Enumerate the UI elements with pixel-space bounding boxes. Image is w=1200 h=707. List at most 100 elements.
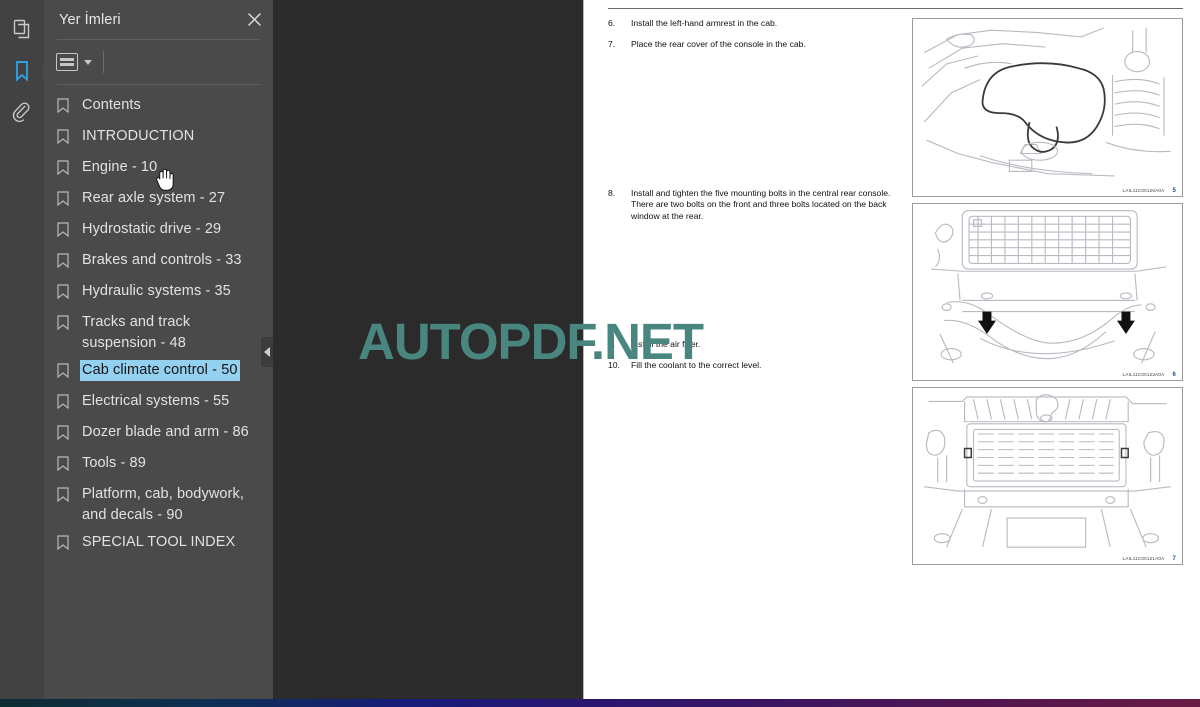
bookmark-item-brakes-and-controls[interactable]: Brakes and controls - 33 bbox=[44, 247, 273, 278]
bookmark-item-label: Cab climate control - 50 bbox=[79, 359, 241, 382]
bookmark-item-label: Platform, cab, bodywork, and decals - 90 bbox=[82, 486, 244, 523]
figure-6-illustration bbox=[930, 209, 1167, 363]
page-thumbnails-icon bbox=[11, 18, 33, 40]
bookmark-item-engine[interactable]: Engine - 10 bbox=[44, 154, 273, 185]
figure-code: LAIL11C00121A0A bbox=[1122, 555, 1165, 561]
bookmark-item-platform-cab-bodywork-and-decals[interactable]: Platform, cab, bodywork, and decals - 90 bbox=[44, 481, 273, 529]
bookmark-item-special-tool-index[interactable]: SPECIAL TOOL INDEX bbox=[44, 529, 273, 560]
bookmarks-icon bbox=[11, 59, 33, 83]
step-text: Install the left-hand armrest in the cab… bbox=[631, 18, 778, 29]
bookmark-item-hydraulic-systems[interactable]: Hydraulic systems - 35 bbox=[44, 278, 273, 309]
instruction-step: 8. Install and tighten the five mounting… bbox=[608, 188, 898, 223]
bookmark-item-icon bbox=[57, 191, 71, 211]
bookmark-item-introduction[interactable]: INTRODUCTION bbox=[44, 123, 273, 154]
step-text: Install the air filter. bbox=[631, 339, 701, 350]
bookmark-item-contents[interactable]: Contents bbox=[44, 92, 273, 123]
rail-button-bookmarks[interactable] bbox=[0, 50, 52, 92]
bookmark-item-rear-axle-system[interactable]: Rear axle system - 27 bbox=[44, 185, 273, 216]
bookmarks-panel-title: Yer İmleri bbox=[59, 11, 121, 28]
figure-column: LAIL11C00126A0A 5 LAIL11C00123A0A 6 LAIL… bbox=[912, 18, 1183, 570]
bookmark-item-electrical-systems[interactable]: Electrical systems - 55 bbox=[44, 388, 273, 419]
bookmark-item-label: Tools - 89 bbox=[82, 455, 146, 471]
bookmark-item-label: INTRODUCTION bbox=[82, 128, 195, 144]
close-icon bbox=[247, 13, 261, 26]
step-number: 10. bbox=[608, 359, 620, 370]
bookmarks-panel: Yer İmleri Contents INTRODUCTION Engine … bbox=[44, 0, 273, 707]
bookmarks-panel-header: Yer İmleri bbox=[44, 0, 273, 39]
step-text: Fill the coolant to the correct level. bbox=[631, 359, 762, 370]
step-number: 6. bbox=[608, 18, 616, 29]
instruction-column: 6. Install the left-hand armrest in the … bbox=[608, 18, 898, 570]
figure-console-rear-cover: LAIL11C00126A0A 5 bbox=[912, 18, 1183, 197]
bookmark-item-label: Dozer blade and arm - 86 bbox=[82, 424, 249, 440]
bookmark-list[interactable]: Contents INTRODUCTION Engine - 10 Rear a… bbox=[44, 85, 273, 707]
figure-rear-window-bolts: LAIL11C00123A0A 6 bbox=[912, 202, 1183, 381]
rail-button-page-thumbnails[interactable] bbox=[0, 8, 44, 50]
bookmark-item-tracks-and-track-suspension[interactable]: Tracks and track suspension - 48 bbox=[44, 309, 273, 357]
step-text: Install and tighten the five mounting bo… bbox=[631, 187, 891, 221]
bookmark-item-dozer-blade-and-arm[interactable]: Dozer blade and arm - 86 bbox=[44, 419, 273, 450]
bookmark-item-icon bbox=[57, 363, 71, 383]
bookmark-item-label: Rear axle system - 27 bbox=[82, 190, 226, 206]
instruction-step: 6. Install the left-hand armrest in the … bbox=[608, 18, 898, 30]
list-options-icon bbox=[56, 53, 78, 71]
step-number: 7. bbox=[608, 38, 616, 49]
instruction-step: 7. Place the rear cover of the console i… bbox=[608, 39, 898, 51]
bookmark-item-icon bbox=[57, 487, 71, 507]
figure-caption: LAIL11C00121A0A 7 bbox=[913, 556, 1182, 564]
bookmark-item-icon bbox=[57, 394, 71, 414]
step-number: 8. bbox=[608, 187, 616, 198]
bookmark-item-label: Tracks and track suspension - 48 bbox=[82, 314, 191, 351]
bookmark-item-tools[interactable]: Tools - 89 bbox=[44, 450, 273, 481]
bookmark-item-label: Electrical systems - 55 bbox=[82, 393, 230, 409]
bookmark-item-label: Hydrostatic drive - 29 bbox=[82, 221, 222, 237]
bookmark-item-icon bbox=[57, 425, 71, 445]
figure-air-filter-panel: LAIL11C00121A0A 7 bbox=[912, 386, 1183, 565]
figure-number: 7 bbox=[1172, 555, 1176, 562]
bookmark-item-icon bbox=[57, 535, 71, 555]
figure-number: 5 bbox=[1172, 187, 1176, 194]
bookmark-item-hydrostatic-drive[interactable]: Hydrostatic drive - 29 bbox=[44, 216, 273, 247]
attachment-paperclip-icon bbox=[11, 101, 33, 125]
bookmark-item-icon bbox=[57, 160, 71, 180]
bookmark-options-button[interactable] bbox=[56, 49, 92, 75]
figure-code: LAIL11C00123A0A bbox=[1122, 371, 1165, 377]
bookmark-item-label: Brakes and controls - 33 bbox=[82, 252, 242, 268]
bottom-accent-bar bbox=[0, 699, 1200, 707]
bookmark-item-icon bbox=[57, 456, 71, 476]
figure-caption: LAIL11C00123A0A 6 bbox=[913, 372, 1182, 380]
rail-button-attachments[interactable] bbox=[0, 92, 44, 134]
bookmark-item-icon bbox=[57, 284, 71, 304]
figure-code: LAIL11C00126A0A bbox=[1122, 187, 1165, 193]
bookmark-item-icon bbox=[57, 315, 71, 335]
collapse-sidebar-handle[interactable] bbox=[261, 337, 273, 367]
instruction-step: 9. Install the air filter. bbox=[608, 339, 898, 351]
pdf-viewer-window: Yer İmleri Contents INTRODUCTION Engine … bbox=[0, 0, 1200, 707]
bookmark-item-icon bbox=[57, 253, 71, 273]
chevron-down-icon[interactable] bbox=[84, 59, 92, 65]
figure-number: 6 bbox=[1172, 371, 1176, 378]
text-gap-spacer-2 bbox=[608, 231, 898, 339]
step-text: Place the rear cover of the console in t… bbox=[631, 38, 806, 49]
figure-5-illustration bbox=[921, 27, 1171, 177]
bookmark-item-icon bbox=[57, 222, 71, 242]
text-gap-spacer bbox=[608, 60, 898, 188]
sidebar-icon-rail bbox=[0, 0, 52, 707]
page-top-rule bbox=[608, 8, 1183, 10]
step-number: 9. bbox=[608, 339, 616, 350]
figure-7-illustration bbox=[924, 393, 1171, 548]
bookmark-item-label: Hydraulic systems - 35 bbox=[82, 283, 231, 299]
bookmark-item-icon bbox=[57, 98, 71, 118]
bookmark-item-label: SPECIAL TOOL INDEX bbox=[82, 534, 236, 550]
bookmark-item-label: Contents bbox=[82, 97, 141, 113]
chevron-left-icon bbox=[264, 347, 270, 357]
pdf-page: 6. Install the left-hand armrest in the … bbox=[583, 0, 1200, 707]
figure-caption: LAIL11C00126A0A 5 bbox=[913, 188, 1182, 196]
bookmark-item-icon bbox=[57, 129, 71, 149]
close-panel-button[interactable] bbox=[241, 7, 267, 33]
document-viewer[interactable]: 6. Install the left-hand armrest in the … bbox=[273, 0, 1200, 707]
instruction-step: 10. Fill the coolant to the correct leve… bbox=[608, 360, 898, 372]
toolbar-separator bbox=[103, 51, 104, 73]
bookmark-item-cab-climate-control[interactable]: Cab climate control - 50 bbox=[44, 357, 273, 388]
bookmarks-toolbar bbox=[44, 40, 273, 84]
